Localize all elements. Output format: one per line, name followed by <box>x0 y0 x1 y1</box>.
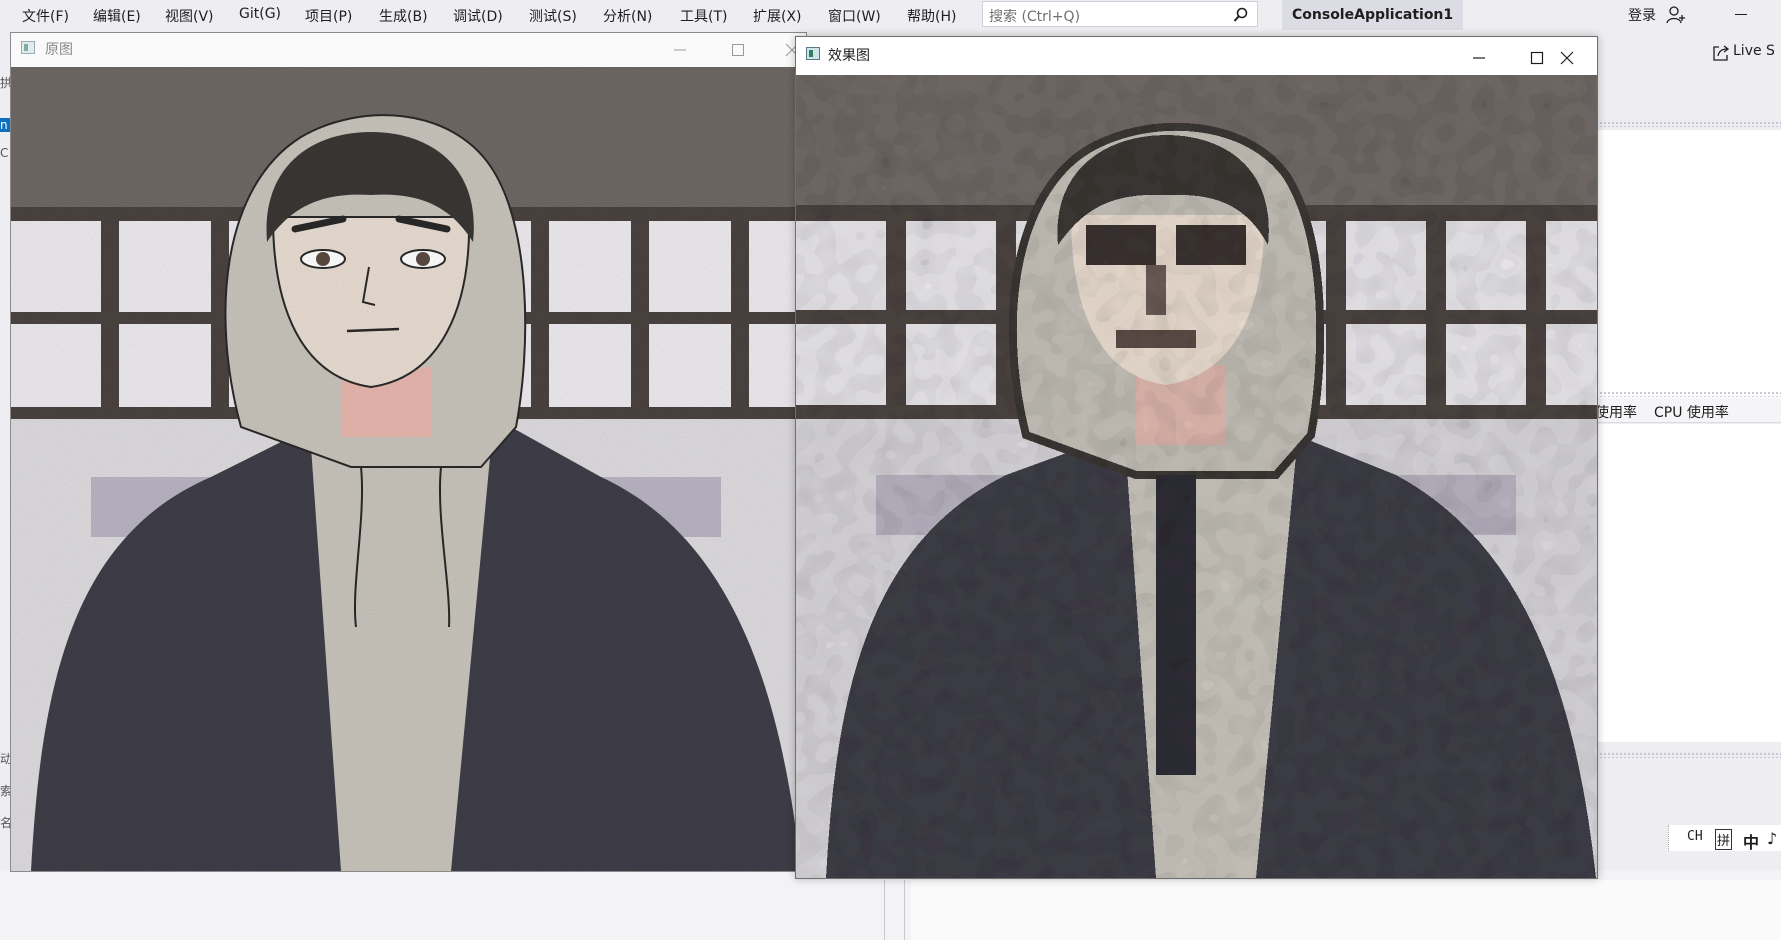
window-effect: 效果图 <box>795 36 1598 879</box>
ime-lang-indicator[interactable]: CH <box>1687 829 1703 844</box>
panel-grip[interactable] <box>1595 391 1781 397</box>
ime-punct-icon[interactable]: ♪ <box>1767 829 1777 848</box>
login-link[interactable]: 登录 <box>1628 5 1656 25</box>
close-button[interactable] <box>1538 37 1596 75</box>
menu-analyze[interactable]: 分析(N) <box>603 6 652 26</box>
menu-tools[interactable]: 工具(T) <box>680 6 727 26</box>
menu-edit[interactable]: 编辑(E) <box>93 6 141 26</box>
main-minimize-button[interactable] <box>1735 14 1747 15</box>
menu-debug[interactable]: 调试(D) <box>453 6 503 26</box>
window-original-title: 原图 <box>45 42 73 58</box>
menu-bar: 文件(F) 编辑(E) 视图(V) Git(G) 项目(P) 生成(B) 调试(… <box>0 0 1781 30</box>
maximize-button[interactable] <box>709 29 767 67</box>
diagnostics-area <box>1595 424 1781 742</box>
ime-toolbar: CH 拼 中 ♪ <box>1668 825 1781 853</box>
window-effect-titlebar[interactable]: 效果图 <box>796 37 1597 75</box>
user-icon[interactable] <box>1666 5 1686 25</box>
window-original-titlebar[interactable]: 原图 <box>11 33 806 67</box>
maximize-icon <box>732 44 744 56</box>
ime-chinese-indicator[interactable]: 中 <box>1743 829 1759 853</box>
tab-memory-usage[interactable]: 使用率 <box>1595 402 1637 422</box>
search-placeholder: 搜索 (Ctrl+Q) <box>989 9 1081 25</box>
tab-cpu-usage[interactable]: CPU 使用率 <box>1654 402 1729 422</box>
minimize-icon <box>1473 57 1485 59</box>
ime-mode-indicator[interactable]: 拼 <box>1715 829 1733 850</box>
menu-git[interactable]: Git(G) <box>239 6 281 22</box>
minimize-icon <box>674 49 686 51</box>
bottom-panel-content <box>911 880 1781 940</box>
solution-panel <box>1595 130 1781 412</box>
search-input[interactable]: 搜索 (Ctrl+Q) <box>982 1 1258 27</box>
panel-divider[interactable] <box>904 880 905 940</box>
menu-project[interactable]: 项目(P) <box>305 6 352 26</box>
minimize-button[interactable] <box>1450 37 1508 75</box>
left-fragment: C <box>0 146 9 160</box>
menu-help[interactable]: 帮助(H) <box>907 6 956 26</box>
window-effect-title: 效果图 <box>828 48 870 64</box>
minimize-button[interactable] <box>651 29 709 67</box>
portrait-effect-image <box>796 75 1597 878</box>
app-icon <box>806 47 820 60</box>
panel-divider[interactable] <box>884 880 885 940</box>
app-icon <box>21 41 35 54</box>
portrait-original-image <box>11 67 806 871</box>
original-image <box>11 67 806 871</box>
editor-left-strip: 拱 n C 动 索 名 <box>0 30 12 910</box>
menu-window[interactable]: 窗口(W) <box>828 6 881 26</box>
diagnostics-tabs: 使用率 CPU 使用率 <box>1595 398 1781 423</box>
menu-file[interactable]: 文件(F) <box>22 6 69 26</box>
solution-title: ConsoleApplication1 <box>1282 0 1464 30</box>
panel-grip[interactable] <box>1595 121 1781 127</box>
menu-extensions[interactable]: 扩展(X) <box>753 6 802 26</box>
menu-view[interactable]: 视图(V) <box>165 6 214 26</box>
effect-image <box>796 75 1597 878</box>
menu-build[interactable]: 生成(B) <box>379 6 428 26</box>
menu-test[interactable]: 测试(S) <box>529 6 577 26</box>
live-share-button[interactable]: Live S <box>1733 43 1775 59</box>
panel-grip[interactable] <box>1595 752 1781 758</box>
close-icon <box>1560 51 1574 65</box>
left-fragment: n <box>0 118 10 132</box>
live-share-icon[interactable] <box>1712 44 1730 62</box>
window-original: 原图 <box>10 32 807 872</box>
search-icon <box>1233 7 1248 22</box>
